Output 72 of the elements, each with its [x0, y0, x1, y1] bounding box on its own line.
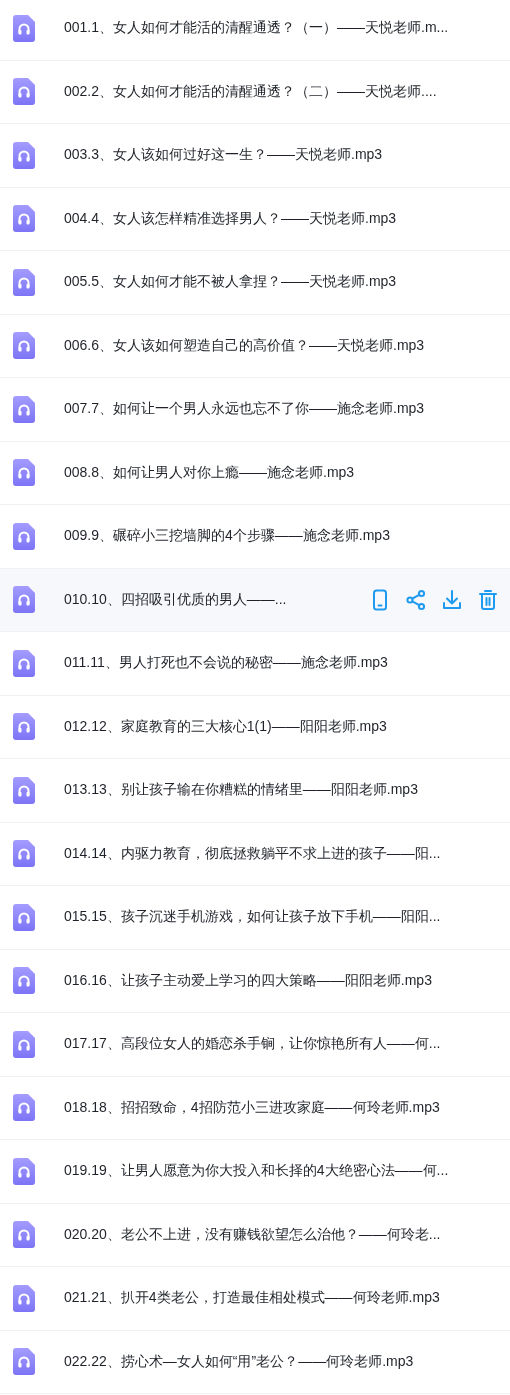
audio-file-icon [13, 459, 35, 487]
share-icon [404, 587, 428, 612]
audio-file-icon [13, 205, 35, 233]
file-name: 003.3、女人该如何过好这一生？——天悦老师.mp3 [64, 146, 383, 165]
file-row[interactable]: 012.12、家庭教育的三大核心1(1)——阳阳老师.mp3 [0, 695, 510, 759]
file-row[interactable]: 014.14、内驱力教育，彻底拯救躺平不求上进的孩子——阳... [0, 822, 510, 886]
file-name: 004.4、女人该怎样精准选择男人？——天悦老师.mp3 [64, 209, 397, 228]
download-icon [440, 587, 464, 612]
file-name: 019.19、让男人愿意为你大投入和长择的4大绝密心法——何... [64, 1162, 449, 1181]
file-row[interactable]: 017.17、高段位女人的婚恋杀手锏，让你惊艳所有人——何... [0, 1013, 510, 1077]
file-row[interactable]: 001.1、女人如何才能活的清醒通透？（一）——天悦老师.m... [0, 0, 510, 61]
audio-file-icon [13, 1348, 35, 1376]
audio-file-icon [13, 903, 35, 931]
audio-file-icon [13, 268, 35, 296]
file-name: 018.18、招招致命，4招防范小三进攻家庭——何玲老师.mp3 [64, 1098, 440, 1117]
audio-file-icon [13, 141, 35, 169]
file-name: 010.10、四招吸引优质的男人——... [64, 590, 287, 609]
file-name: 008.8、如何让男人对你上瘾——施念老师.mp3 [64, 463, 355, 482]
audio-file-icon [13, 586, 35, 614]
audio-file-icon [13, 1284, 35, 1312]
download-button[interactable] [440, 587, 464, 612]
file-row[interactable]: 002.2、女人如何才能活的清醒通透？（二）——天悦老师.... [0, 60, 510, 124]
file-name: 014.14、内驱力教育，彻底拯救躺平不求上进的孩子——阳... [64, 844, 441, 863]
file-name: 022.22、捞心术—女人如何“用”老公？——何玲老师.mp3 [64, 1352, 414, 1371]
audio-file-icon [13, 1030, 35, 1058]
file-name: 012.12、家庭教育的三大核心1(1)——阳阳老师.mp3 [64, 717, 387, 736]
file-row[interactable]: 008.8、如何让男人对你上瘾——施念老师.mp3 [0, 441, 510, 505]
audio-file-icon [13, 522, 35, 550]
file-name: 007.7、如何让一个男人永远也忘不了你——施念老师.mp3 [64, 400, 425, 419]
file-name: 016.16、让孩子主动爱上学习的四大策略——阳阳老师.mp3 [64, 971, 432, 990]
file-row[interactable]: 021.21、扒开4类老公，打造最佳相处模式——何玲老师.mp3 [0, 1267, 510, 1331]
audio-file-icon [13, 967, 35, 995]
audio-file-icon [13, 395, 35, 423]
file-name: 021.21、扒开4类老公，打造最佳相处模式——何玲老师.mp3 [64, 1289, 440, 1308]
audio-file-icon [13, 776, 35, 804]
trash-icon [476, 587, 500, 612]
file-row[interactable]: 007.7、如何让一个男人永远也忘不了你——施念老师.mp3 [0, 378, 510, 442]
audio-file-icon [13, 840, 35, 868]
audio-file-icon [13, 1221, 35, 1249]
trash-button[interactable] [476, 587, 500, 612]
file-name: 009.9、碾碎小三挖墙脚的4个步骤——施念老师.mp3 [64, 527, 390, 546]
file-row[interactable]: 009.9、碾碎小三挖墙脚的4个步骤——施念老师.mp3 [0, 505, 510, 569]
file-name: 015.15、孩子沉迷手机游戏，如何让孩子放下手机——阳阳... [64, 908, 441, 927]
file-name: 011.11、男人打死也不会说的秘密——施念老师.mp3 [64, 654, 388, 673]
file-row[interactable]: 011.11、男人打死也不会说的秘密——施念老师.mp3 [0, 632, 510, 696]
file-row[interactable]: 010.10、四招吸引优质的男人——... [0, 568, 510, 632]
file-name: 005.5、女人如何才能不被人拿捏？——天悦老师.mp3 [64, 273, 397, 292]
audio-file-icon [13, 14, 35, 42]
file-name: 013.13、别让孩子输在你糟糕的情绪里——阳阳老师.mp3 [64, 781, 418, 800]
audio-file-icon [13, 649, 35, 677]
audio-file-icon [13, 713, 35, 741]
file-name: 020.20、老公不上进，没有赚钱欲望怎么治他？——何玲老... [64, 1225, 441, 1244]
file-row[interactable]: 013.13、别让孩子输在你糟糕的情绪里——阳阳老师.mp3 [0, 759, 510, 823]
audio-file-icon [13, 1157, 35, 1185]
file-row[interactable]: 022.22、捞心术—女人如何“用”老公？——何玲老师.mp3 [0, 1330, 510, 1394]
audio-file-icon [13, 332, 35, 360]
file-row[interactable]: 020.20、老公不上进，没有赚钱欲望怎么治他？——何玲老... [0, 1203, 510, 1267]
file-row[interactable]: 016.16、让孩子主动爱上学习的四大策略——阳阳老师.mp3 [0, 949, 510, 1013]
file-row[interactable]: 004.4、女人该怎样精准选择男人？——天悦老师.mp3 [0, 187, 510, 251]
file-name: 002.2、女人如何才能活的清醒通透？（二）——天悦老师.... [64, 82, 437, 101]
share-button[interactable] [404, 587, 428, 612]
audio-file-icon [13, 78, 35, 106]
audio-file-icon [13, 1094, 35, 1122]
file-row[interactable]: 018.18、招招致命，4招防范小三进攻家庭——何玲老师.mp3 [0, 1076, 510, 1140]
file-row[interactable]: 003.3、女人该如何过好这一生？——天悦老师.mp3 [0, 124, 510, 188]
file-row[interactable]: 005.5、女人如何才能不被人拿捏？——天悦老师.mp3 [0, 251, 510, 315]
file-name: 006.6、女人该如何塑造自己的高价值？——天悦老师.mp3 [64, 336, 425, 355]
file-row[interactable]: 015.15、孩子沉迷手机游戏，如何让孩子放下手机——阳阳... [0, 886, 510, 950]
file-row[interactable]: 019.19、让男人愿意为你大投入和长择的4大绝密心法——何... [0, 1140, 510, 1204]
file-name: 017.17、高段位女人的婚恋杀手锏，让你惊艳所有人——何... [64, 1035, 441, 1054]
file-row[interactable]: 006.6、女人该如何塑造自己的高价值？——天悦老师.mp3 [0, 314, 510, 378]
file-name: 001.1、女人如何才能活的清醒通透？（一）——天悦老师.m... [64, 19, 449, 38]
